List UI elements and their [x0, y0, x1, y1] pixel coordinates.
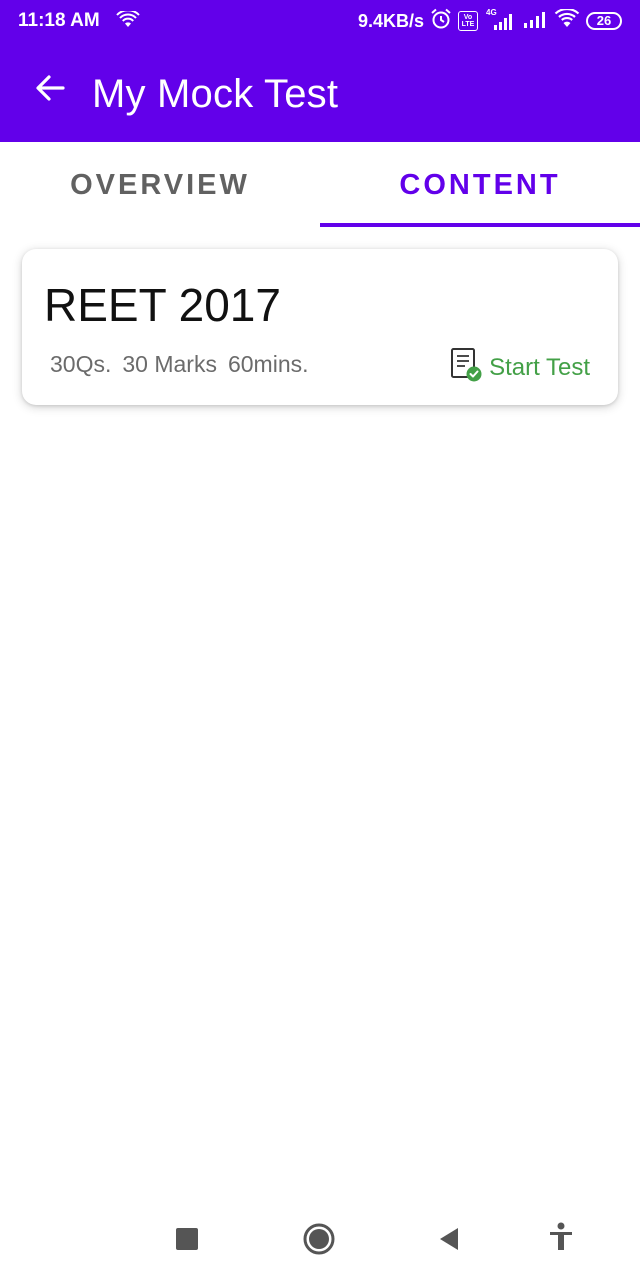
app-bar: My Mock Test — [0, 60, 640, 130]
app-header: 11:18 AM 9.4KB/s Vo LTE 4G 26 My Mock Te… — [0, 0, 640, 142]
page-title: My Mock Test — [92, 72, 339, 116]
tab-content[interactable]: CONTENT — [320, 142, 640, 228]
back-icon[interactable] — [438, 1227, 460, 1256]
arrow-left-icon — [33, 71, 67, 110]
home-icon[interactable] — [302, 1222, 336, 1261]
total-marks: 30 Marks — [122, 351, 217, 377]
test-meta: 30Qs. 30 Marks 60mins. — [50, 351, 309, 378]
start-test-label: Start Test — [489, 353, 590, 381]
test-title: REET 2017 — [44, 279, 281, 331]
back-button[interactable] — [28, 68, 72, 112]
signal-icon — [522, 9, 548, 34]
alarm-icon — [430, 8, 452, 35]
test-duration: 60mins. — [227, 351, 309, 377]
network-speed: 9.4KB/s — [357, 10, 424, 31]
test-check-icon — [449, 347, 483, 388]
wifi-icon — [116, 9, 140, 34]
system-nav-bar — [0, 1200, 640, 1280]
status-bar: 11:18 AM 9.4KB/s Vo LTE 4G 26 — [0, 0, 640, 42]
volte-icon: Vo LTE — [458, 11, 478, 31]
battery-icon: 26 — [586, 12, 622, 30]
signal-4g-icon: 4G — [484, 8, 516, 32]
accessibility-icon[interactable] — [548, 1222, 574, 1257]
tab-bar: OVERVIEW CONTENT — [0, 142, 640, 228]
start-test-button[interactable]: Start Test — [449, 347, 590, 388]
tab-overview[interactable]: OVERVIEW — [0, 142, 320, 228]
test-card[interactable]: REET 2017 30Qs. 30 Marks 60mins. Start T… — [22, 249, 618, 405]
recents-icon[interactable] — [176, 1228, 198, 1255]
battery-level: 26 — [596, 13, 612, 28]
question-count: 30Qs. — [50, 351, 112, 377]
wifi-icon — [554, 7, 580, 34]
tab-indicator — [320, 223, 640, 227]
status-time: 11:18 AM — [18, 10, 100, 31]
